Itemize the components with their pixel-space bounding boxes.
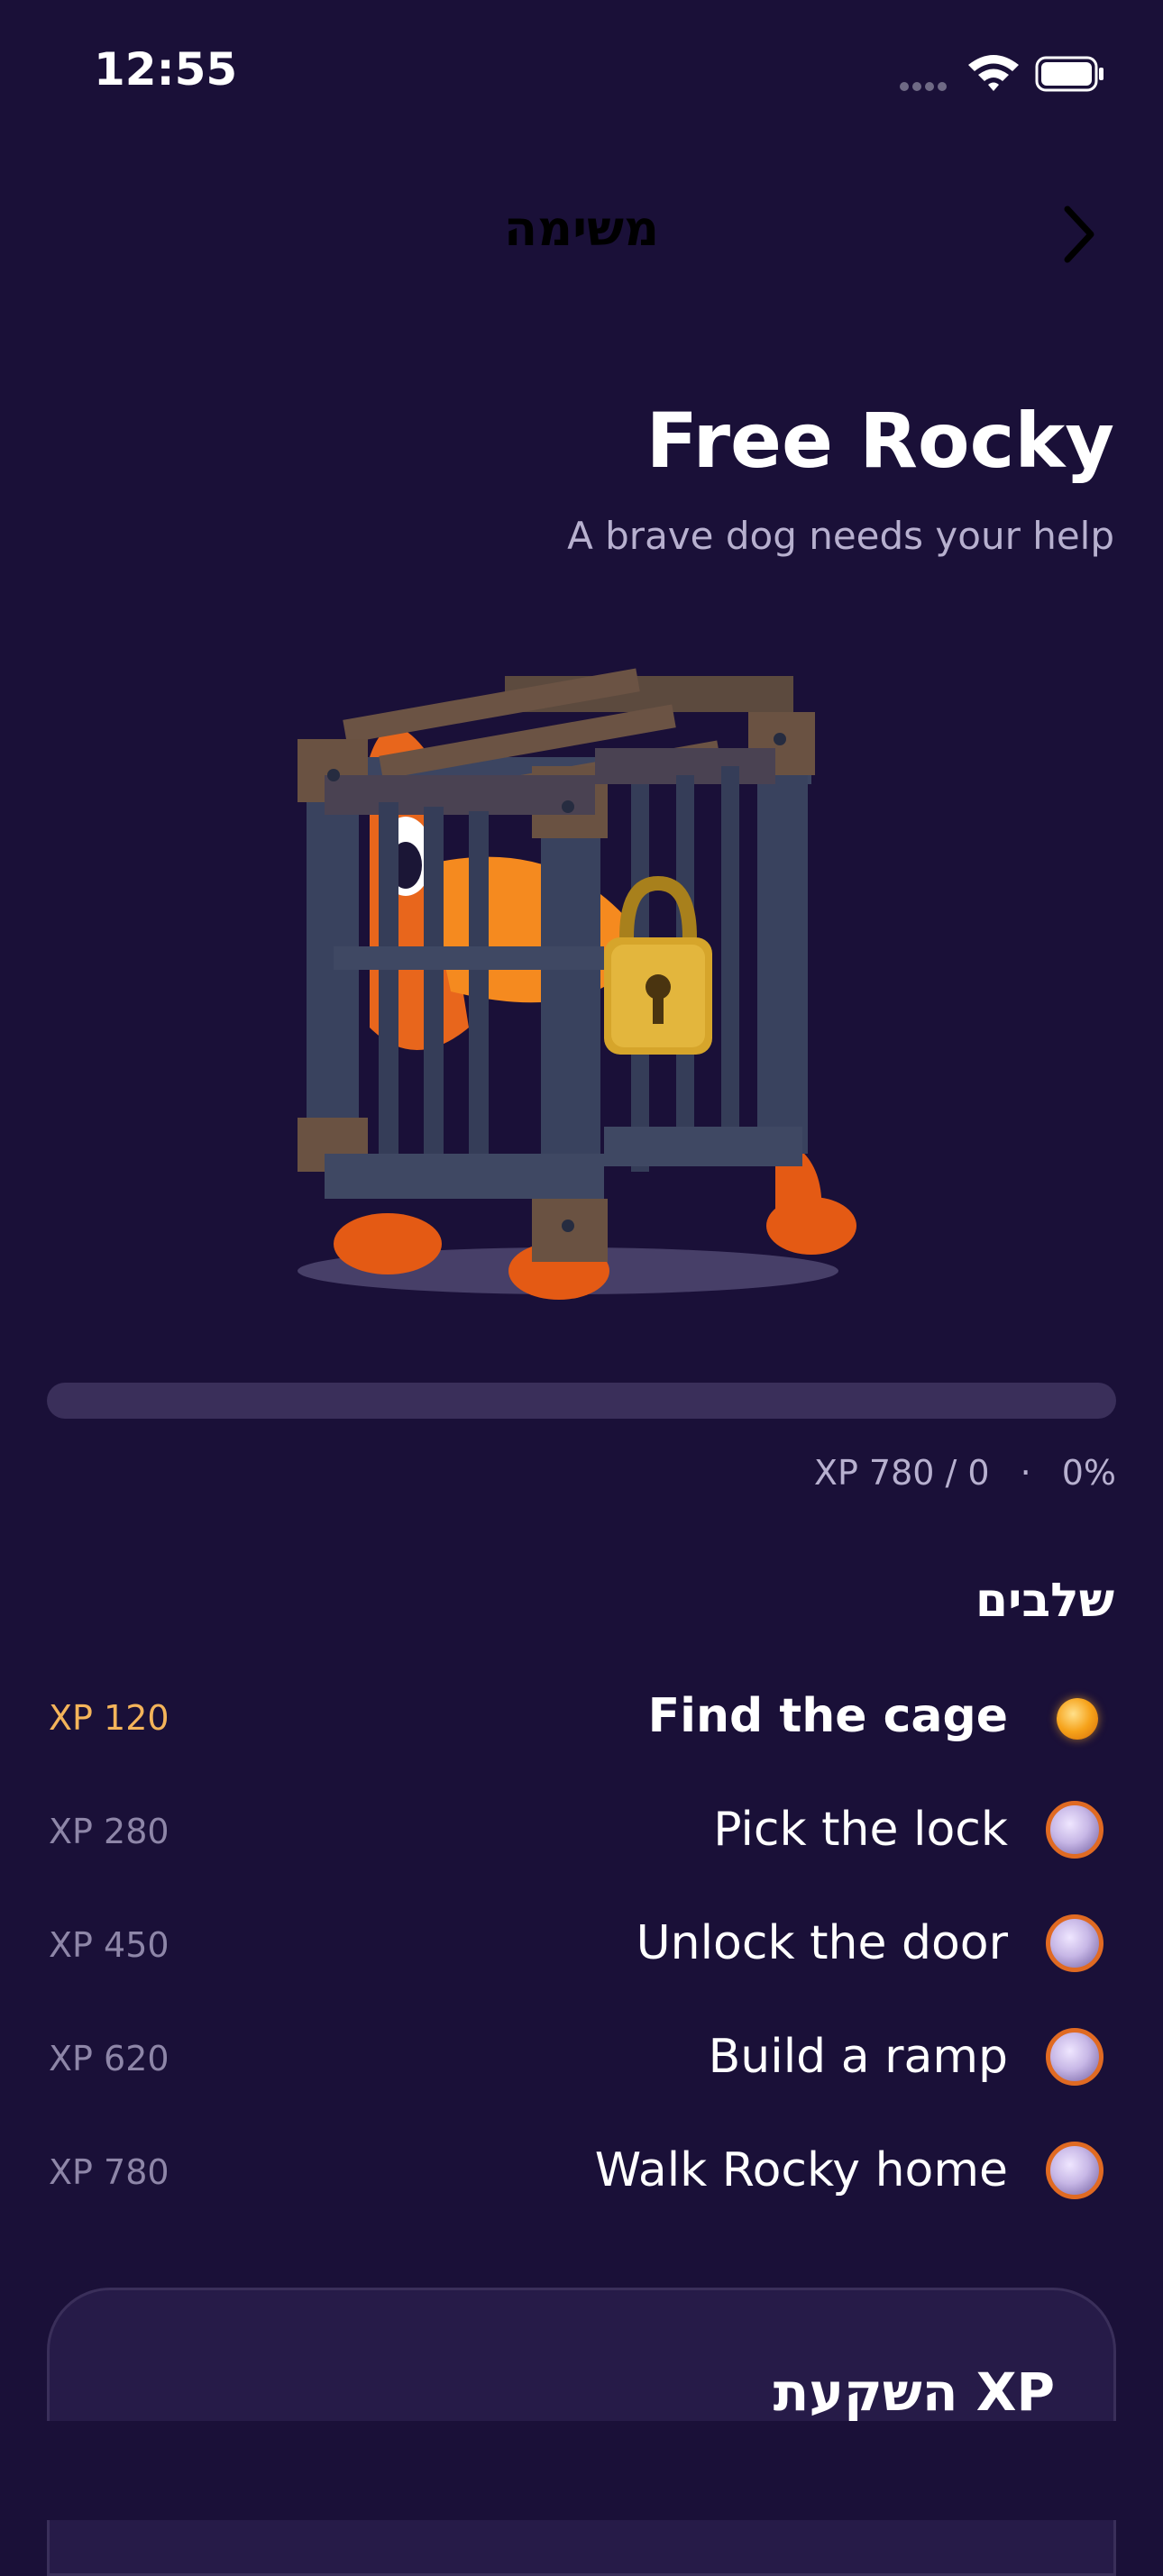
step-status-icon <box>1046 2028 1103 2086</box>
mission-title: Free Rocky <box>646 397 1114 485</box>
progress-percent: 0% <box>1061 1453 1116 1493</box>
wifi-icon <box>968 55 1019 91</box>
step-row[interactable]: XP 280 Pick the lock <box>0 1772 1163 1886</box>
nav-title: משימה <box>503 200 660 257</box>
chevron-right-icon[interactable] <box>1051 193 1105 274</box>
progress-stats: XP 780 / 0 · 0% <box>814 1453 1116 1493</box>
step-status-icon <box>1046 1914 1103 1972</box>
bottom-edge <box>0 2421 1163 2520</box>
step-row[interactable]: XP 450 Unlock the door <box>0 1886 1163 1999</box>
step-row[interactable]: XP 620 Build a ramp <box>0 1999 1163 2113</box>
mission-subtitle: A brave dog needs your help <box>567 514 1114 558</box>
progress-xp-text: XP 780 / 0 <box>813 1453 990 1493</box>
steps-list: XP 120 Find the cage XP 280 Pick the loc… <box>0 1658 1163 2226</box>
xp-investment-title: השקעת XP <box>773 2361 1055 2423</box>
step-status-icon <box>1046 1801 1103 1859</box>
step-xp: XP 780 <box>49 2152 169 2192</box>
step-row[interactable]: XP 120 Find the cage <box>0 1658 1163 1772</box>
step-status-icon <box>1046 2142 1103 2199</box>
step-status-icon <box>1057 1698 1098 1740</box>
step-label: Pick the lock <box>713 1803 1008 1857</box>
progress-bar <box>47 1383 1116 1419</box>
step-label: Unlock the door <box>636 1916 1008 1970</box>
status-bar: 12:55 <box>0 0 1163 144</box>
step-xp: XP 620 <box>49 2039 169 2078</box>
nav-header: משימה <box>0 180 1163 288</box>
step-label: Walk Rocky home <box>594 2143 1008 2197</box>
step-label: Find the cage <box>647 1689 1008 1743</box>
cage-illustration <box>298 668 856 1300</box>
step-xp: XP 280 <box>49 1812 169 1851</box>
progress-separator: · <box>1020 1453 1031 1493</box>
step-xp: XP 450 <box>49 1925 169 1965</box>
step-xp: XP 120 <box>49 1698 169 1738</box>
cellular-signal-icon <box>900 78 954 91</box>
step-row[interactable]: XP 780 Walk Rocky home <box>0 2113 1163 2226</box>
step-label: Build a ramp <box>708 2030 1008 2084</box>
battery-icon <box>1035 56 1103 92</box>
status-time: 12:55 <box>94 43 238 96</box>
steps-heading: שלבים <box>975 1574 1114 1628</box>
